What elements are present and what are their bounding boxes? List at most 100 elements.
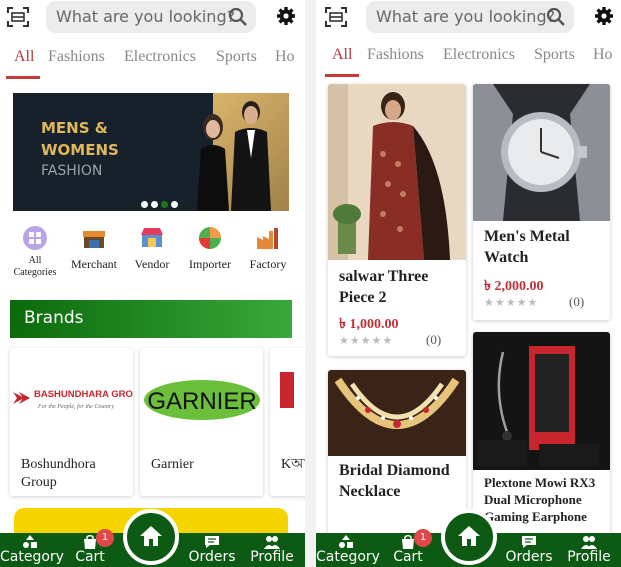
- tab-fashions[interactable]: Fashions: [367, 46, 424, 64]
- product-image: [473, 84, 610, 221]
- cart-count-badge: 1: [414, 529, 432, 547]
- tab-sports[interactable]: Sports: [534, 46, 575, 64]
- category-icon: [339, 535, 353, 548]
- home-button[interactable]: [441, 509, 497, 565]
- brand-card-garnier[interactable]: GARNIER Garnier: [140, 348, 263, 496]
- review-count: (0): [426, 332, 442, 347]
- category-all[interactable]: All Categories: [10, 225, 60, 279]
- scan-icon[interactable]: [324, 5, 348, 29]
- category-tabs: All Fashions Electronics Sports Ho: [0, 48, 305, 78]
- category-label: Factory: [249, 257, 287, 271]
- banner-model-man: [231, 101, 271, 211]
- tab-home[interactable]: Ho: [593, 46, 613, 64]
- category-tabs: All Fashions Electronics Sports Ho: [316, 46, 621, 76]
- category-merchant[interactable]: Merchant: [66, 225, 122, 272]
- profile-icon: [264, 536, 280, 549]
- nav-category[interactable]: Category: [0, 533, 64, 565]
- active-tab-indicator: [325, 74, 359, 77]
- search-icon[interactable]: [546, 7, 566, 27]
- category-vendor[interactable]: Vendor: [124, 225, 180, 272]
- product-card[interactable]: Plextone Mowi RX3 Dual Microphone Gaming…: [473, 332, 610, 540]
- tab-all[interactable]: All: [332, 46, 352, 64]
- brands-section-header: Brands: [10, 300, 292, 338]
- tab-electronics[interactable]: Electronics: [443, 46, 515, 64]
- product-name: Bridal Diamond Necklace: [339, 462, 450, 500]
- brand-name: Kআ: [281, 457, 305, 472]
- category-label: Merchant: [71, 257, 117, 271]
- banner-dot[interactable]: [141, 201, 148, 208]
- category-label: Importer: [189, 257, 231, 271]
- vendor-icon: [141, 228, 163, 247]
- search-input[interactable]: What are you looking?: [366, 1, 574, 33]
- scan-icon[interactable]: [6, 5, 30, 29]
- nav-category[interactable]: Category: [316, 533, 380, 565]
- tab-sports[interactable]: Sports: [216, 48, 257, 66]
- factory-icon: [257, 228, 278, 249]
- banner-line-1: MENS &: [41, 119, 108, 137]
- partial-brand-logo: [280, 372, 294, 408]
- bottom-nav: Category Cart 1 Orders Profile: [0, 509, 305, 567]
- tab-fashions[interactable]: Fashions: [48, 48, 105, 66]
- search-placeholder: What are you looking?: [376, 7, 556, 26]
- category-importer[interactable]: Importer: [182, 225, 238, 272]
- top-bar: What are you looking?: [316, 0, 621, 38]
- home-screen: What are you looking? All Fashions Elect…: [0, 0, 305, 567]
- product-card[interactable]: salwar Three Piece 2 ৳ 1,000.00 ★★★★★ (0…: [328, 84, 466, 356]
- nav-category-label: Category: [316, 549, 380, 565]
- brand-card-partial[interactable]: Kআ: [270, 348, 305, 496]
- brand-card-bashundhara[interactable]: BASHUNDHARA GROUP For the People, for th…: [10, 348, 133, 496]
- tab-home[interactable]: Ho: [275, 48, 295, 66]
- banner-dot-active[interactable]: [161, 201, 168, 208]
- search-icon[interactable]: [228, 7, 248, 27]
- product-price: ৳ 1,000.00: [339, 317, 399, 332]
- banner-dot[interactable]: [151, 201, 158, 208]
- brand-logo: BASHUNDHARA GROUP For the People, for th…: [10, 348, 133, 448]
- brand-logo: [270, 348, 305, 448]
- product-image: [328, 370, 466, 456]
- banner-pagination[interactable]: [141, 195, 181, 211]
- product-card[interactable]: Bridal Diamond Necklace: [328, 370, 466, 540]
- nav-cart[interactable]: Cart 1: [60, 529, 120, 565]
- nav-cart-label: Cart: [393, 549, 423, 565]
- banner-line-2: WOMENS: [41, 141, 119, 159]
- rating-stars: ★★★★★: [339, 335, 394, 347]
- search-input[interactable]: What are you looking?: [46, 1, 256, 33]
- tab-electronics[interactable]: Electronics: [124, 48, 196, 66]
- nav-cart-label: Cart: [75, 549, 105, 565]
- gear-icon[interactable]: [594, 6, 614, 26]
- brand-name: Garnier: [151, 457, 194, 472]
- gear-icon[interactable]: [276, 6, 296, 26]
- review-count: (0): [569, 294, 585, 309]
- product-card[interactable]: Men's Metal Watch ৳ 2,000.00 ★★★★★ (0): [473, 84, 610, 320]
- product-name: Men's Metal Watch: [484, 228, 570, 266]
- nav-orders-label: Orders: [505, 549, 553, 565]
- nav-orders[interactable]: Orders: [499, 533, 559, 565]
- home-icon: [458, 526, 480, 546]
- product-name: Plextone Mowi RX3 Dual Microphone Gaming…: [484, 475, 596, 524]
- nav-cart[interactable]: Cart 1: [378, 529, 438, 565]
- bashundhara-logo-tagline: For the People, for the Country: [37, 403, 114, 410]
- tab-all[interactable]: All: [14, 48, 34, 66]
- brands-heading: Brands: [24, 308, 84, 328]
- products-screen: What are you looking? All Fashions Elect…: [316, 0, 621, 567]
- promo-banner[interactable]: MENS & WOMENS FASHION: [13, 93, 289, 211]
- bottom-nav: Category Cart 1 Orders Profile: [316, 509, 621, 567]
- banner-line-3: FASHION: [41, 163, 103, 179]
- category-shortcuts: All Categories Merchant Vendor Importer …: [0, 225, 305, 285]
- product-image: [473, 332, 610, 470]
- screen-divider: [305, 0, 316, 567]
- nav-profile-label: Profile: [567, 549, 611, 565]
- nav-orders-label: Orders: [188, 549, 236, 565]
- nav-orders[interactable]: Orders: [182, 533, 242, 565]
- product-price: ৳ 2,000.00: [484, 279, 544, 294]
- category-label: Vendor: [134, 257, 170, 271]
- home-button[interactable]: [123, 509, 179, 565]
- banner-dot[interactable]: [171, 201, 178, 208]
- orders-icon: [522, 536, 536, 548]
- all-categories-icon: [23, 226, 47, 250]
- home-icon: [140, 526, 162, 546]
- nav-profile[interactable]: Profile: [559, 533, 619, 565]
- nav-profile[interactable]: Profile: [242, 533, 302, 565]
- nav-category-label: Category: [0, 549, 64, 565]
- category-factory[interactable]: Factory: [240, 225, 296, 272]
